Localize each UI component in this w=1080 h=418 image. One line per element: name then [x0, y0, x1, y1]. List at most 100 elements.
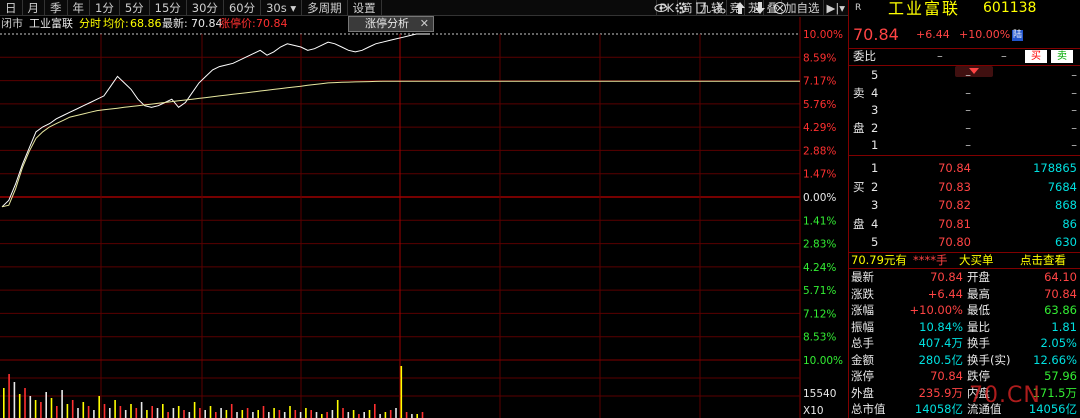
stat-label: 总市值 — [851, 402, 886, 416]
volume-bar — [103, 404, 106, 418]
volume-bar — [119, 406, 122, 418]
volume-bar — [56, 406, 58, 418]
order-level[interactable]: 5 – – — [849, 67, 1080, 84]
eye-icon[interactable] — [654, 4, 668, 12]
volume-bar — [379, 414, 381, 418]
volume-bar — [34, 400, 37, 418]
order-level[interactable]: 盘 2 – – — [849, 120, 1080, 137]
volume-bar — [135, 408, 138, 418]
volume-bar — [262, 406, 265, 418]
volume-bar — [283, 412, 286, 418]
watermark: 70.CN — [969, 383, 1041, 408]
stat-row: 总手 407.4万 换手 2.05% — [849, 335, 1080, 352]
volume-bar — [124, 410, 127, 418]
order-level[interactable]: 买 2 70.83 7684 — [849, 179, 1080, 196]
volume-bar — [183, 410, 185, 418]
volume-bar — [13, 382, 16, 418]
side-label: 买 — [853, 179, 865, 194]
volume-bar — [294, 410, 297, 418]
volume-bar — [177, 406, 180, 418]
arrow-shape — [755, 2, 765, 14]
level-price: – — [965, 138, 971, 152]
volume-bar — [358, 414, 360, 418]
volume-bar — [252, 412, 254, 418]
volume-bar — [374, 404, 376, 418]
order-level[interactable]: 3 70.82 868 — [849, 197, 1080, 214]
stat-value: 64.10 — [1044, 270, 1077, 284]
gear-icon[interactable] — [675, 2, 687, 14]
volume-bar — [93, 410, 95, 418]
order-level[interactable]: 1 – – — [849, 137, 1080, 154]
volume-bar — [24, 388, 26, 418]
delete-icon[interactable] — [696, 2, 706, 14]
volume-bar — [204, 410, 206, 418]
volume-bar — [193, 402, 196, 418]
level-volume: – — [1071, 138, 1077, 152]
scissors-icon[interactable] — [714, 1, 726, 14]
volume-bar — [61, 390, 63, 418]
level-price: – — [965, 85, 971, 100]
axis-label-volume: X10 — [803, 405, 824, 417]
stat-label: 振幅 — [851, 319, 874, 334]
level-volume: 868 — [1055, 198, 1077, 212]
scissor-ring — [720, 8, 726, 14]
level-price: – — [965, 68, 971, 82]
stat-value: 2.05% — [1040, 336, 1077, 350]
volume-bar — [368, 410, 371, 418]
stat-label: 最低 — [967, 303, 990, 317]
volume-bar — [225, 410, 228, 418]
order-level[interactable]: 1 70.84 178865 — [849, 160, 1080, 177]
volume-bar — [40, 402, 42, 418]
stat-label: 最高 — [967, 286, 990, 301]
eye-pupil — [659, 6, 663, 10]
axis-label-pct: 10.00% — [803, 355, 843, 367]
volume-bar — [342, 408, 344, 418]
order-level[interactable]: 盘 4 70.81 86 — [849, 216, 1080, 233]
volume-bar — [50, 398, 53, 418]
avg-price-line — [1, 80, 800, 208]
stat-value: +6.44 — [927, 286, 963, 301]
stat-value: 63.86 — [1044, 303, 1077, 317]
volume-bar — [18, 394, 21, 418]
bigorder-qty: ****手 — [913, 253, 948, 267]
volume-bar — [416, 414, 418, 418]
volume-bar — [109, 408, 111, 418]
order-level[interactable]: 卖 4 – – — [849, 85, 1080, 102]
order-level[interactable]: 3 – – — [849, 102, 1080, 119]
order-level[interactable]: 5 70.80 630 — [849, 234, 1080, 251]
level-price: 70.81 — [938, 216, 971, 231]
volume-bar — [156, 408, 159, 418]
volume-bar — [114, 400, 116, 418]
volume-bar — [405, 412, 408, 418]
volume-bar — [257, 410, 259, 418]
down-arrow-icon[interactable] — [755, 2, 765, 14]
stat-label: 涨跌 — [851, 286, 874, 301]
volume-bar — [162, 404, 164, 418]
volume-bar — [188, 412, 191, 418]
axis-label-pct: 1.47% — [803, 169, 836, 181]
axis-label-pct: 8.59% — [803, 52, 836, 64]
scissor-blade — [716, 1, 723, 10]
scissor-ring — [714, 8, 720, 14]
volume-bar — [230, 404, 233, 418]
axis-label-pct: 5.76% — [803, 99, 836, 111]
weibi-diff: – — [1001, 49, 1007, 63]
stat-value: 14058亿 — [914, 402, 963, 416]
bigorder-label: 大买单 — [959, 253, 994, 267]
side-label: 盘 — [853, 216, 865, 231]
stat-label: 开盘 — [967, 270, 990, 284]
level-volume: 7684 — [1047, 179, 1077, 194]
close-circle-icon[interactable] — [774, 2, 786, 14]
level-price: – — [965, 103, 971, 117]
stat-value: 70.84 — [930, 270, 963, 284]
buy-button[interactable]: 买 — [1025, 50, 1047, 63]
up-arrow-icon[interactable] — [735, 2, 745, 14]
axis-label-volume: 15540 — [803, 388, 836, 400]
volume-bar — [400, 366, 403, 418]
volume-bar — [87, 406, 90, 418]
stat-label: 换手(实) — [967, 352, 1011, 367]
level-number: 5 — [871, 235, 879, 249]
sell-button[interactable]: 卖 — [1051, 50, 1073, 63]
bigorder-link[interactable]: 点击查看 — [1020, 252, 1066, 269]
bigorder-price: 70.79元有 — [851, 253, 907, 267]
